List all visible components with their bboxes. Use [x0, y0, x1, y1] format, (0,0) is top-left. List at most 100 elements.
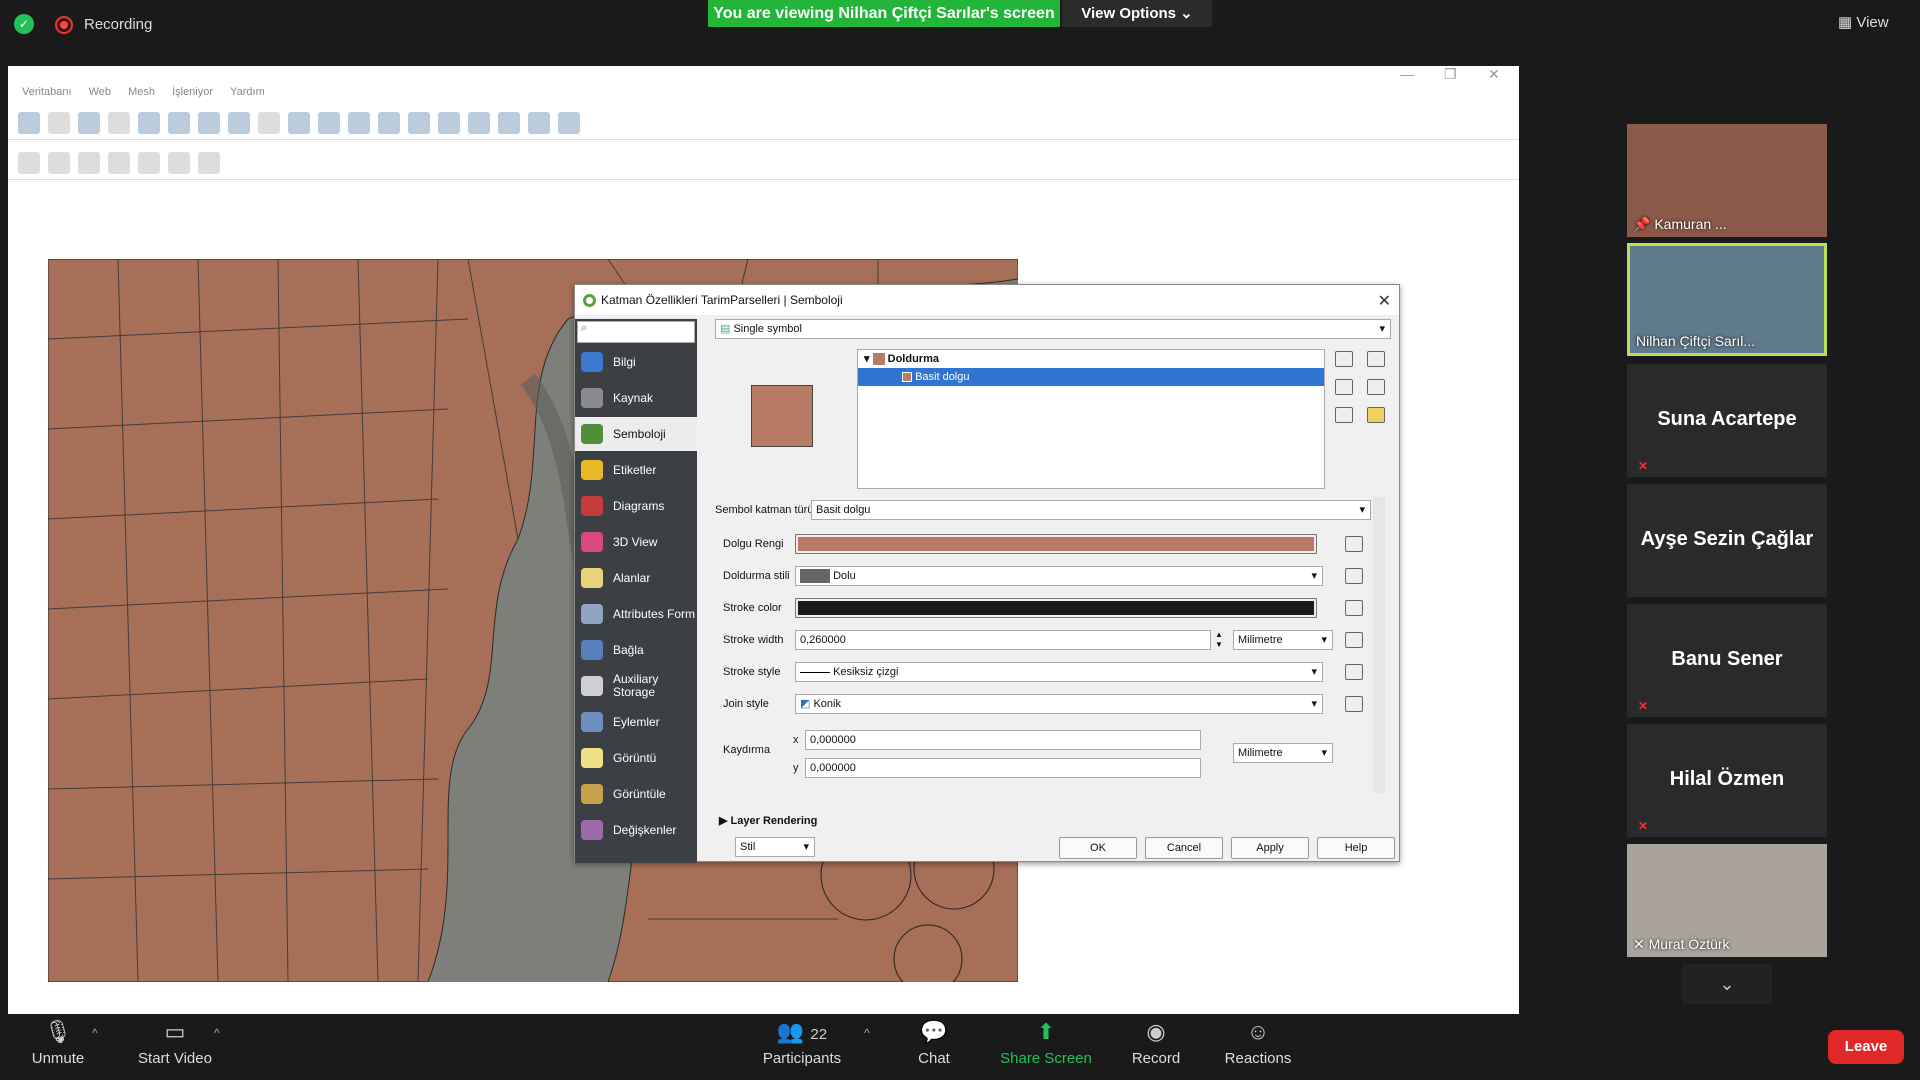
view-options-button[interactable]: View Options ⌄: [1062, 0, 1212, 27]
ok-button[interactable]: OK: [1059, 837, 1137, 859]
stroke-width-input[interactable]: 0,260000: [795, 630, 1211, 650]
show-bookmarks-icon[interactable]: [168, 111, 190, 134]
reactions-button[interactable]: ☺ Reactions: [1218, 1014, 1298, 1080]
record-button[interactable]: ◉ Record: [1124, 1014, 1188, 1080]
lock-icon[interactable]: [1367, 407, 1385, 423]
sidebar-item-goruntule[interactable]: Görüntüle: [575, 777, 697, 811]
duplicate-layer-icon[interactable]: [1335, 407, 1353, 423]
menu-mesh[interactable]: Mesh: [128, 86, 155, 98]
sidebar-item-semboloji[interactable]: Semboloji: [575, 417, 697, 451]
dialog-close-icon[interactable]: ✕: [1378, 291, 1391, 311]
unmute-button[interactable]: 🎙 Unmute: [20, 1014, 96, 1080]
view-button[interactable]: ▦ View: [1838, 10, 1910, 36]
minimize-icon[interactable]: —: [1400, 66, 1414, 82]
add-layer-icon[interactable]: [1335, 351, 1353, 367]
sidebar-item-3d-view[interactable]: 3D View: [575, 525, 697, 559]
refresh-icon[interactable]: [198, 111, 220, 134]
tree-item-basit-dolgu[interactable]: Basit dolgu: [858, 368, 1324, 386]
deselect-icon[interactable]: [348, 111, 370, 134]
menu-web[interactable]: Web: [89, 86, 111, 98]
remove-layer-icon[interactable]: [1335, 379, 1353, 395]
close-window-icon[interactable]: ✕: [1488, 66, 1500, 83]
properties-scrollbar[interactable]: [1373, 497, 1385, 793]
renderer-select[interactable]: ▤ Single symbol ▾: [715, 319, 1391, 339]
select-icon[interactable]: [288, 111, 310, 134]
layer-rendering-section[interactable]: ▶ Layer Rendering: [719, 814, 817, 827]
redo-icon[interactable]: [198, 151, 220, 174]
menu-isleniyor[interactable]: İşleniyor: [172, 86, 213, 98]
audio-options-chevron-icon[interactable]: ^: [92, 1026, 98, 1040]
menu-veritabani[interactable]: Veritabanı: [22, 86, 72, 98]
sidebar-item-eylemler[interactable]: Eylemler: [575, 705, 697, 739]
toolbox-gear-icon[interactable]: [438, 111, 460, 134]
data-defined-override-icon[interactable]: [1345, 664, 1363, 680]
offset-x-input[interactable]: 0,000000: [805, 730, 1201, 750]
sidebar-search-input[interactable]: ⌕: [577, 321, 695, 343]
help-button[interactable]: Help: [1317, 837, 1395, 859]
sidebar-item-auxiliary-storage[interactable]: Auxiliary Storage: [575, 669, 697, 703]
offset-unit-select[interactable]: Milimetre ▾: [1233, 743, 1333, 763]
move-down-icon[interactable]: [1367, 379, 1385, 395]
sidebar-item-attributes-form[interactable]: Attributes Form: [575, 597, 697, 631]
paste-icon[interactable]: [138, 151, 160, 174]
participant-tile[interactable]: ✕ Murat Öztürk: [1627, 844, 1827, 957]
delete-icon[interactable]: [48, 151, 70, 174]
style-menu-button[interactable]: Stil ▾: [735, 837, 815, 857]
data-defined-override-icon[interactable]: [1345, 568, 1363, 584]
measure-icon[interactable]: [498, 111, 520, 134]
data-defined-override-icon[interactable]: [1345, 696, 1363, 712]
move-up-icon[interactable]: [1367, 351, 1385, 367]
text-annotation-icon[interactable]: [558, 111, 580, 134]
identify-icon[interactable]: [228, 111, 250, 134]
offset-y-input[interactable]: 0,000000: [805, 758, 1201, 778]
actions-icon[interactable]: [258, 111, 280, 134]
scroll-down-chevron-icon[interactable]: ⌄: [1682, 964, 1772, 1004]
new-bookmark-icon[interactable]: [138, 111, 160, 134]
fill-style-select[interactable]: Dolu ▾: [795, 566, 1323, 586]
zoom-full-icon[interactable]: [78, 111, 100, 134]
tree-item-doldurma[interactable]: ▾ Doldurma: [858, 350, 1324, 368]
participant-tile[interactable]: Ayşe Sezin Çağlar: [1627, 484, 1827, 597]
participant-tile[interactable]: Suna Acartepe ✕: [1627, 364, 1827, 477]
undo-icon[interactable]: [168, 151, 190, 174]
participants-button[interactable]: 👥 22 Participants: [756, 1014, 848, 1080]
apply-button[interactable]: Apply: [1231, 837, 1309, 859]
map-tips-icon[interactable]: [528, 111, 550, 134]
participant-tile[interactable]: Hilal Özmen ✕: [1627, 724, 1827, 837]
join-style-select[interactable]: ◩ Konik ▾: [795, 694, 1323, 714]
video-options-chevron-icon[interactable]: ^: [214, 1026, 220, 1040]
restore-icon[interactable]: ❐: [1444, 66, 1457, 83]
sidebar-item-degiskenler[interactable]: Değişkenler: [575, 813, 697, 847]
participants-options-chevron-icon[interactable]: ^: [864, 1026, 870, 1040]
toggle-edit-icon[interactable]: [18, 151, 40, 174]
chat-button[interactable]: 💬 Chat: [906, 1014, 962, 1080]
statistics-sigma-icon[interactable]: [468, 111, 490, 134]
sidebar-item-diagrams[interactable]: Diagrams: [575, 489, 697, 523]
stroke-style-select[interactable]: Kesiksiz çizgi ▾: [795, 662, 1323, 682]
sidebar-item-bagla[interactable]: Bağla: [575, 633, 697, 667]
attribute-table-icon[interactable]: [378, 111, 400, 134]
sidebar-item-goruntu[interactable]: Görüntü: [575, 741, 697, 775]
stepper-icon[interactable]: ▲ ▼: [1215, 630, 1227, 650]
sidebar-item-etiketler[interactable]: Etiketler: [575, 453, 697, 487]
share-screen-button[interactable]: ⬆ Share Screen: [996, 1014, 1096, 1080]
participant-tile-active-speaker[interactable]: Nilhan Çiftçi Sarıl...: [1627, 243, 1827, 356]
cut-icon[interactable]: [78, 151, 100, 174]
cancel-button[interactable]: Cancel: [1145, 837, 1223, 859]
data-defined-override-icon[interactable]: [1345, 632, 1363, 648]
zoom-out-icon[interactable]: [48, 111, 70, 134]
leave-button[interactable]: Leave: [1828, 1030, 1904, 1064]
select-value-icon[interactable]: [318, 111, 340, 134]
participant-tile[interactable]: 📌 Kamuran ...: [1627, 124, 1827, 237]
copy-icon[interactable]: [108, 151, 130, 174]
sidebar-item-bilgi[interactable]: Bilgi: [575, 345, 697, 379]
layer-type-select[interactable]: Basit dolgu ▾: [811, 500, 1371, 520]
data-defined-override-icon[interactable]: [1345, 600, 1363, 616]
data-defined-override-icon[interactable]: [1345, 536, 1363, 552]
zoom-layer-icon[interactable]: [108, 111, 130, 134]
start-video-button[interactable]: ▭ Start Video: [130, 1014, 220, 1080]
participant-tile[interactable]: Banu Sener ✕: [1627, 604, 1827, 717]
sidebar-item-kaynak[interactable]: Kaynak: [575, 381, 697, 415]
stroke-color-button[interactable]: [795, 598, 1317, 618]
menu-yardim[interactable]: Yardım: [230, 86, 265, 98]
